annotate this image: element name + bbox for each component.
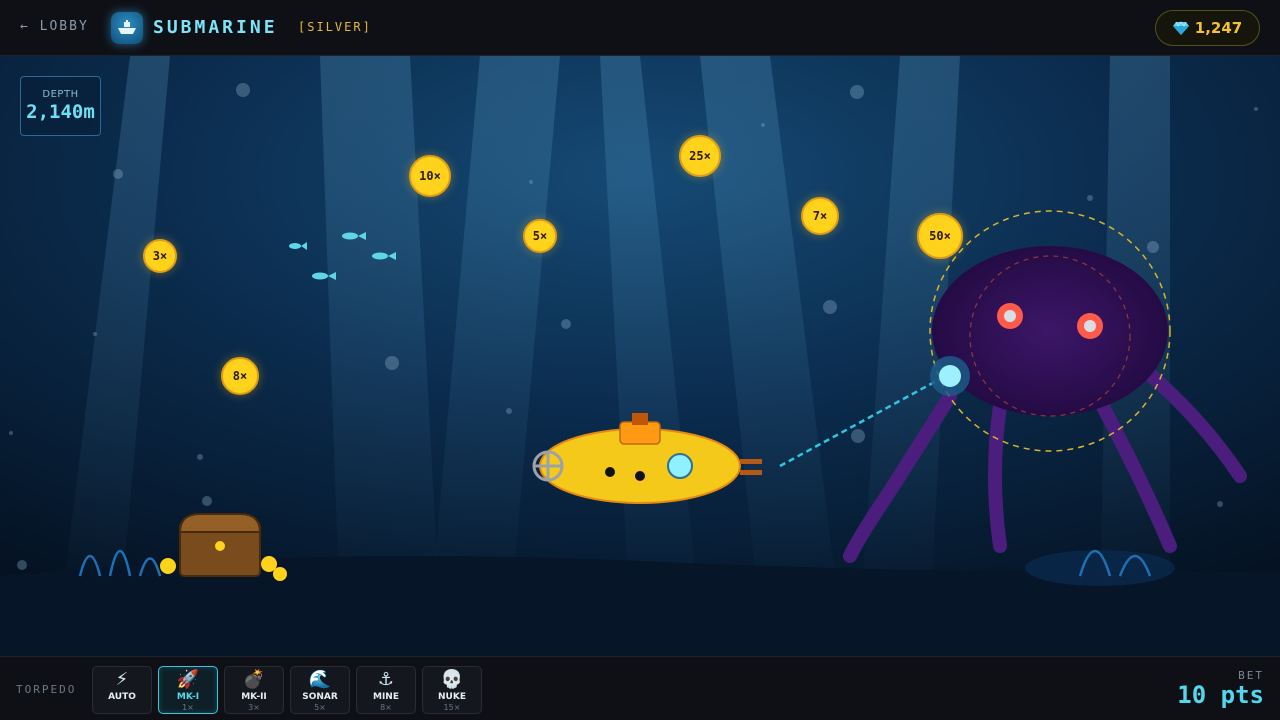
bottom-bar: TORPEDO ⚡ AUTO 🚀 MK-I 1× 💣 MK-II 3× 🌊 SO… [0,656,1280,720]
bomb-icon: 💣 [242,669,266,690]
bet-value[interactable]: 10 pts [1177,681,1264,709]
lightning-icon: ⚡ [115,669,129,690]
game-title: SUBMARINE [153,17,278,38]
depth-label: DEPTH [42,89,79,100]
weapon-sonar-button[interactable]: 🌊 SONAR 5× [290,666,350,714]
top-bar: ← LOBBY SUBMARINE [SILVER] 1,247 [0,0,1280,56]
ocean-scene [0,56,1280,656]
multiplier-coin[interactable]: 3× [143,239,177,273]
gem-icon [1172,21,1189,35]
weapon-multiplier: 8× [380,703,392,712]
weapon-multiplier: 15× [443,703,461,712]
weapon-multiplier: 5× [314,703,326,712]
multiplier-coin[interactable]: 7× [801,197,839,235]
weapon-mk2-button[interactable]: 💣 MK-II 3× [224,666,284,714]
skull-icon: 💀 [440,669,464,690]
multiplier-coin[interactable]: 25× [679,135,721,177]
multiplier-coin[interactable]: 8× [221,357,259,395]
weapon-mine-button[interactable]: ⚓ MINE 8× [356,666,416,714]
propeller-icon [532,450,564,482]
torpedo-label: TORPEDO [16,683,77,696]
balance-display[interactable]: 1,247 [1155,10,1260,46]
multiplier-coin[interactable]: 10× [409,155,451,197]
balance-value: 1,247 [1194,19,1243,37]
rocket-icon: 🚀 [176,669,200,690]
weapon-mk1-button[interactable]: 🚀 MK-I 1× [158,666,218,714]
game-canvas[interactable]: 3× 10× 5× 25× 7× 50× 8× [0,56,1280,656]
depth-gauge: DEPTH 2,140m [20,76,101,136]
target-reticle[interactable] [930,356,970,396]
weapon-name: MK-I [176,692,200,702]
weapon-name: NUKE [438,692,466,702]
weapon-name: AUTO [108,692,136,702]
wave-icon: 🌊 [308,669,332,690]
weapon-name: SONAR [302,692,338,702]
weapon-multiplier: 1× [182,703,194,712]
weapon-nuke-button[interactable]: 💀 NUKE 15× [422,666,482,714]
weapon-name: MINE [373,692,399,702]
ship-icon [111,12,143,44]
weapon-auto-button[interactable]: ⚡ AUTO [92,666,152,714]
multiplier-coin[interactable]: 5× [523,219,557,253]
tier-badge: [SILVER] [298,20,372,34]
back-to-lobby-link[interactable]: ← LOBBY [20,19,89,34]
depth-value: 2,140m [26,101,95,123]
multiplier-coin[interactable]: 50× [917,213,963,259]
weapon-selector: ⚡ AUTO 🚀 MK-I 1× 💣 MK-II 3× 🌊 SONAR 5× ⚓… [92,666,482,714]
weapon-multiplier: 3× [248,703,260,712]
anchor-icon: ⚓ [377,669,395,690]
weapon-name: MK-II [241,692,267,702]
